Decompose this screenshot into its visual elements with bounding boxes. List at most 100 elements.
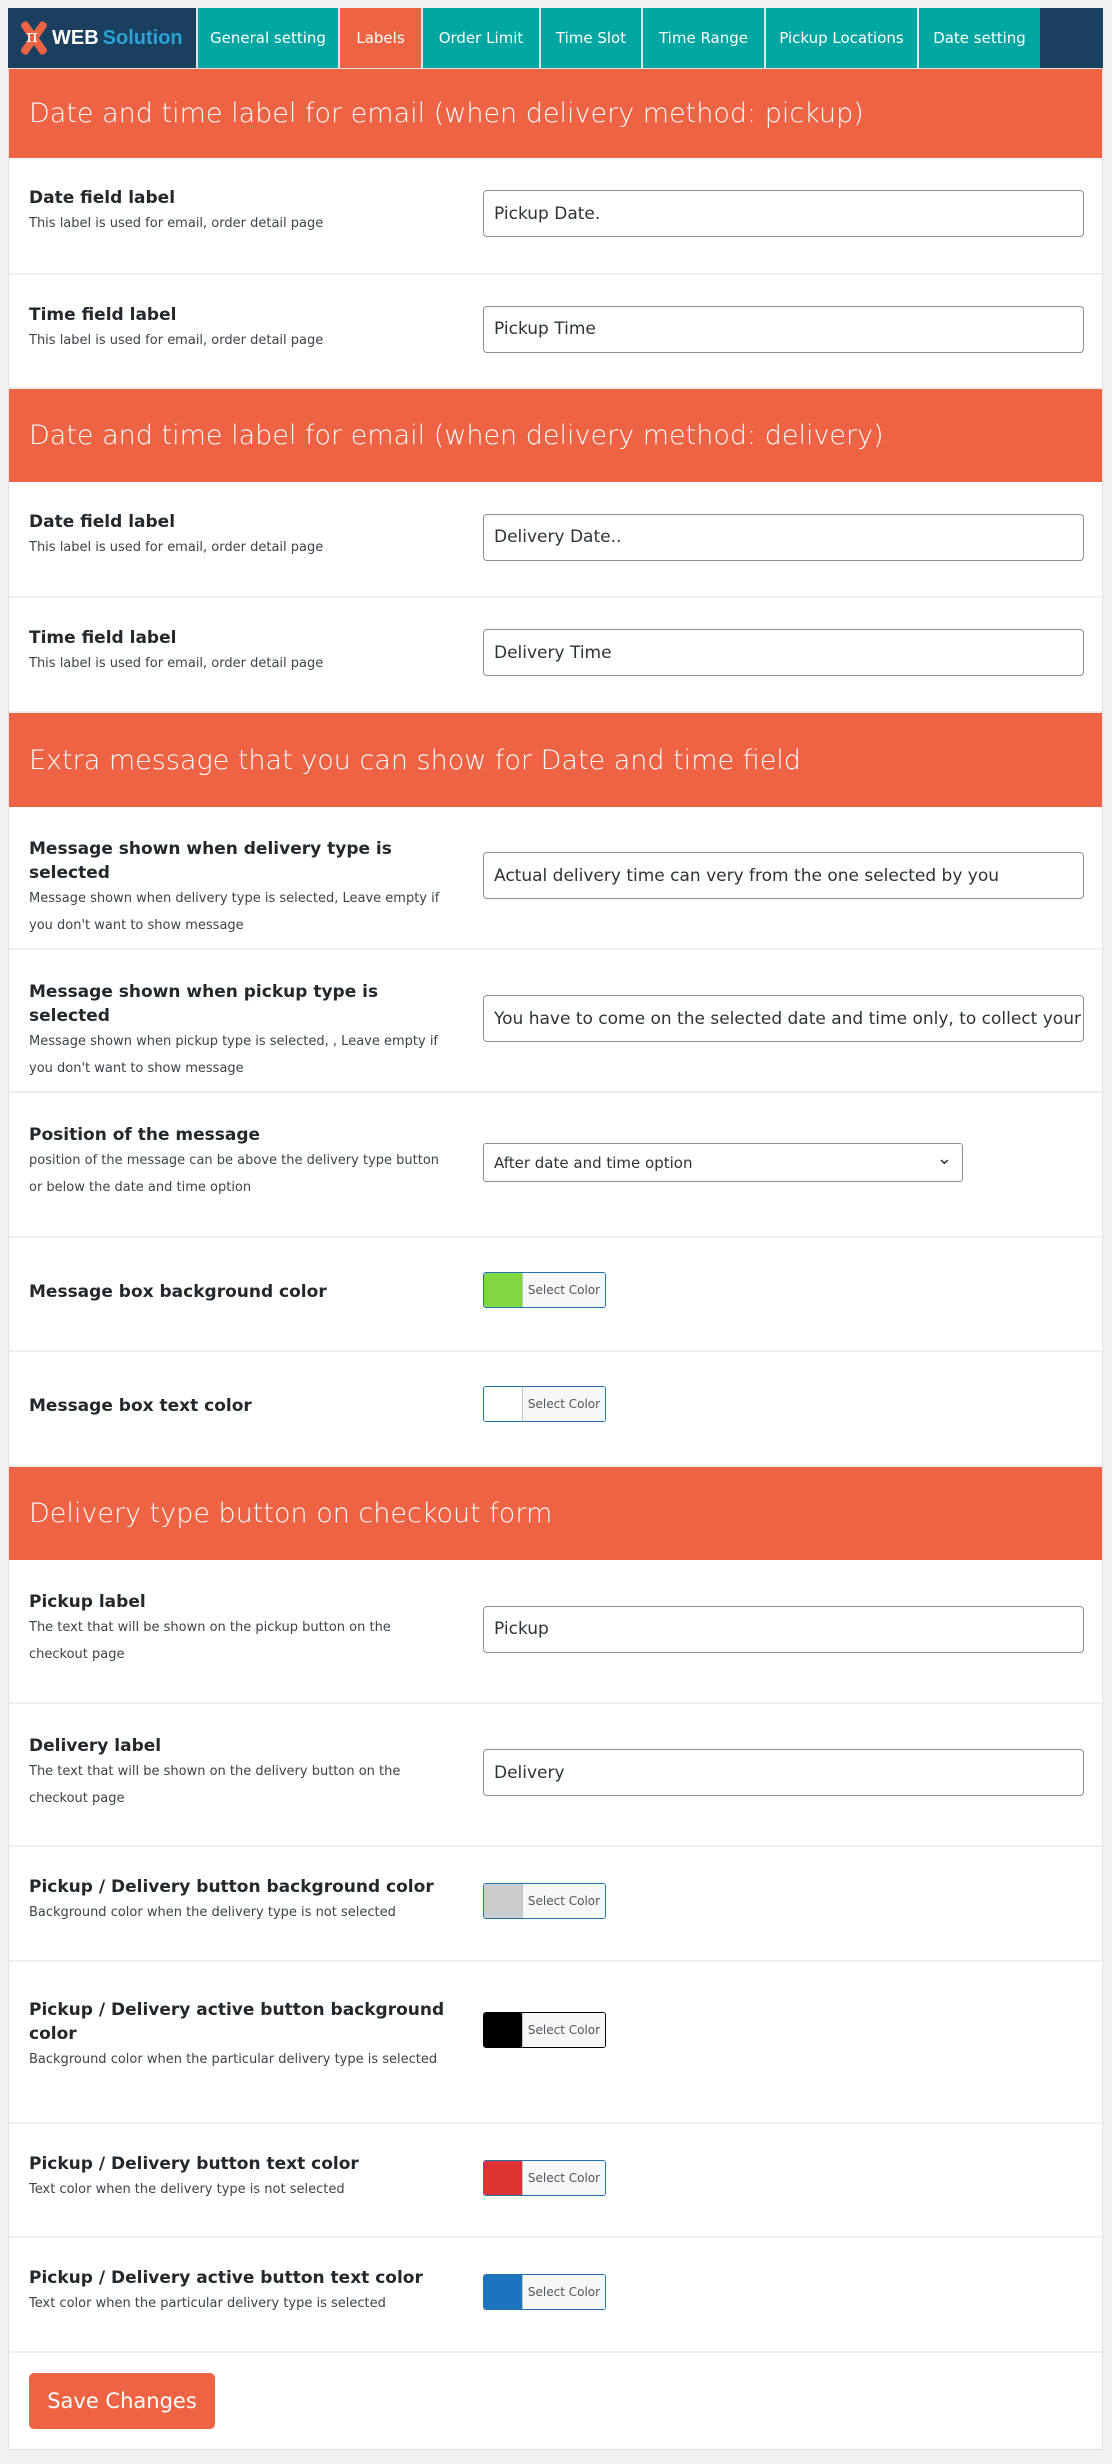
color-picker-button[interactable]: Select Color (483, 1272, 606, 1308)
setting-title: Pickup label (29, 1592, 146, 1612)
text-input[interactable]: Pickup Date. (483, 190, 1084, 237)
text-input[interactable]: You have to come on the selected date an… (483, 995, 1084, 1042)
setting-title: Time field label (29, 628, 177, 648)
select-value: After date and time option (494, 1153, 693, 1172)
setting-title: Date field label (29, 512, 176, 532)
setting-label: Message box background color (29, 1280, 449, 1304)
setting-label: Pickup / Delivery button text color Text … (29, 2152, 449, 2203)
text-input-value: Pickup (494, 1619, 549, 1639)
tab-labels[interactable]: Labels (338, 8, 421, 68)
section-header: Delivery type button on checkout form (9, 1467, 1102, 1560)
settings-panel: Date and time label for email (when deli… (8, 68, 1103, 2450)
select-color-label: Select Color (522, 1387, 605, 1421)
setting-row: Position of the message position of the m… (9, 1093, 1102, 1238)
text-input[interactable]: Delivery Time (483, 629, 1084, 676)
section-header: Date and time label for email (when deli… (9, 69, 1102, 158)
setting-title: Message box background color (29, 1282, 327, 1302)
setting-label: Message box text color (29, 1394, 449, 1418)
setting-title: Pickup / Delivery button text color (29, 2154, 359, 2174)
tab-time-slot[interactable]: Time Slot (539, 8, 641, 68)
setting-label: Time field label This label is used for e… (29, 626, 449, 677)
text-input-value: You have to come on the selected date an… (494, 1008, 1081, 1029)
logo-x-icon: π (18, 21, 48, 55)
setting-description: Message shown when pickup type is select… (29, 1034, 439, 1076)
text-input[interactable]: Delivery (483, 1749, 1084, 1796)
setting-row: Pickup label The text that will be shown … (9, 1560, 1102, 1704)
select-color-label: Select Color (522, 2013, 605, 2047)
tab-order-limit[interactable]: Order Limit (421, 8, 539, 68)
setting-description: This label is used for email, order deta… (29, 216, 324, 231)
logo-text-web: WEB (52, 26, 99, 49)
color-picker-button[interactable]: Select Color (483, 2012, 606, 2048)
setting-title: Message shown when pickup type is select… (29, 982, 379, 1026)
position-select[interactable]: After date and time option ⌄ (483, 1143, 963, 1182)
setting-description: Message shown when delivery type is sele… (29, 891, 440, 933)
setting-description: Text color when the delivery type is not… (29, 2182, 345, 2197)
select-color-label: Select Color (522, 2161, 605, 2195)
setting-label: Message shown when delivery type is sele… (29, 837, 449, 939)
setting-description: The text that will be shown on the picku… (29, 1620, 391, 1662)
setting-label: Date field label This label is used for e… (29, 510, 449, 561)
text-input[interactable]: Pickup Time (483, 305, 1084, 353)
color-swatch (484, 1273, 522, 1307)
setting-label: Time field label This label is used for e… (29, 303, 449, 354)
text-input-value: Pickup Time (494, 319, 596, 339)
setting-row: Date field label This label is used for e… (9, 158, 1102, 275)
color-picker-button[interactable]: Select Color (483, 2274, 606, 2310)
logo: π WEB Solution (8, 8, 196, 68)
tab-general-setting[interactable]: General setting (196, 8, 338, 68)
tab-date-setting[interactable]: Date setting (917, 8, 1040, 68)
save-changes-button[interactable]: Save Changes (29, 2373, 215, 2429)
setting-description: This label is used for email, order deta… (29, 540, 324, 555)
setting-title: Delivery label (29, 1736, 162, 1756)
setting-label: Pickup / Delivery active button backgrou… (29, 1998, 449, 2073)
tab-time-range[interactable]: Time Range (641, 8, 764, 68)
setting-title: Pickup / Delivery active button text col… (29, 2268, 423, 2288)
setting-label: Date field label This label is used for e… (29, 186, 449, 237)
setting-title: Date field label (29, 188, 176, 208)
setting-row: Pickup / Delivery button text color Text … (9, 2124, 1102, 2238)
setting-description: Text color when the particular delivery … (29, 2296, 386, 2311)
setting-title: Pickup / Delivery button background colo… (29, 1877, 434, 1897)
color-picker-button[interactable]: Select Color (483, 1883, 606, 1919)
tab-pickup-locations[interactable]: Pickup Locations (764, 8, 917, 68)
select-color-label: Select Color (522, 1273, 605, 1307)
setting-title: Time field label (29, 305, 177, 325)
setting-label: Message shown when pickup type is select… (29, 980, 449, 1082)
select-color-label: Select Color (522, 1884, 605, 1918)
color-swatch (484, 2161, 522, 2195)
setting-title: Message box text color (29, 1396, 252, 1416)
setting-row: Message box text color Select Color (9, 1352, 1102, 1467)
color-swatch (484, 1387, 522, 1421)
text-input-value: Delivery (494, 1762, 565, 1783)
text-input[interactable]: Actual delivery time can very from the o… (483, 852, 1084, 899)
setting-title: Message shown when delivery type is sele… (29, 839, 392, 883)
setting-row: Date field label This label is used for e… (9, 482, 1102, 598)
section-header: Date and time label for email (when deli… (9, 389, 1102, 482)
setting-title: Position of the message (29, 1125, 261, 1145)
color-picker-button[interactable]: Select Color (483, 1386, 606, 1422)
setting-label: Pickup / Delivery active button text col… (29, 2266, 449, 2317)
setting-row: Time field label This label is used for e… (9, 598, 1102, 713)
text-input[interactable]: Delivery Date.. (483, 513, 1084, 561)
text-input[interactable]: Pickup (483, 1605, 1084, 1653)
setting-description: This label is used for email, order deta… (29, 333, 324, 348)
setting-label: Pickup label The text that will be shown … (29, 1590, 449, 1668)
setting-title: Pickup / Delivery active button backgrou… (29, 2000, 445, 2044)
color-swatch (484, 2013, 522, 2047)
color-picker-button[interactable]: Select Color (483, 2160, 606, 2196)
setting-description: position of the message can be above the… (29, 1153, 440, 1195)
save-area: Save Changes (9, 2353, 1102, 2449)
text-input-value: Delivery Date.. (494, 527, 622, 547)
setting-description: Background color when the particular del… (29, 2052, 438, 2067)
setting-row: Message box background color Select Color (9, 1238, 1102, 1352)
setting-description: Background color when the delivery type … (29, 1905, 396, 1920)
setting-row: Pickup / Delivery active button backgrou… (9, 1962, 1102, 2124)
setting-label: Pickup / Delivery button background colo… (29, 1875, 449, 1926)
setting-row: Pickup / Delivery active button text col… (9, 2238, 1102, 2353)
select-color-label: Select Color (522, 2275, 605, 2309)
setting-row: Time field label This label is used for e… (9, 275, 1102, 389)
color-swatch (484, 2275, 522, 2309)
section-header: Extra message that you can show for Date… (9, 713, 1102, 807)
chevron-down-icon: ⌄ (936, 1148, 952, 1169)
